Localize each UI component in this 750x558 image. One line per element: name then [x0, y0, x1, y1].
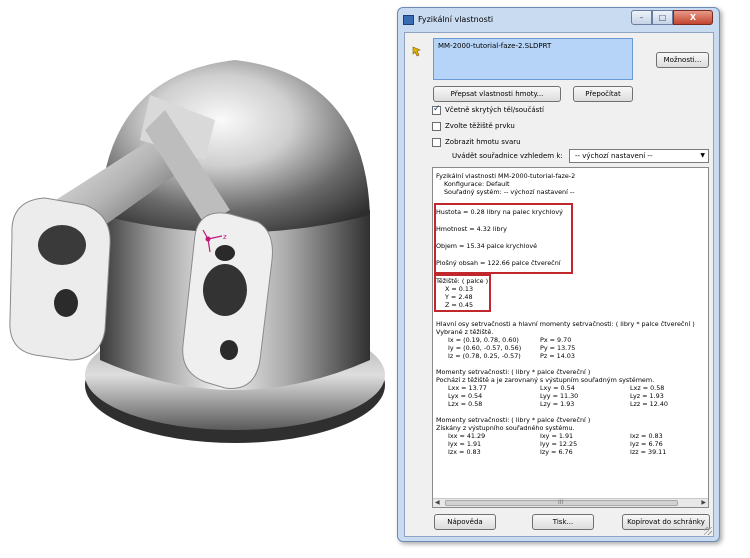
area-value: Plošný obsah = 122.66 palce čtvereční	[436, 259, 561, 267]
principal-axes-title: Hlavní osy setrvačnosti a hlavní momenty…	[436, 320, 695, 328]
port-left-small	[54, 289, 78, 317]
coordinate-system-label: Uvádět souřadnice vzhledem k:	[452, 152, 563, 160]
principal-axes-subtitle: Vybrané z těžiště.	[436, 328, 494, 336]
selected-items-list[interactable]: MM-2000-tutorial-faze-2.SLDPRT	[433, 38, 633, 80]
flange-boss-left	[9, 197, 111, 361]
izz: Izz = 39.11	[630, 448, 667, 456]
density-value: Hustota = 0.28 libry na palec krychlový	[436, 208, 563, 216]
iyz: Iyz = 6.76	[630, 440, 663, 448]
volume-value: Objem = 15.34 palce krychlové	[436, 242, 538, 250]
lzz: Lzz = 12.40	[630, 400, 668, 408]
lxz: Lxz = 0.58	[630, 384, 665, 392]
mass-value: Hmotnost = 4.32 libry	[436, 225, 507, 233]
coordinate-system-value: -- výchozí nastavení --	[575, 152, 653, 160]
coordinate-system-select[interactable]: -- výchozí nastavení -- ▼	[569, 149, 709, 163]
lxy: Lxy = 0.54	[540, 384, 575, 392]
ixx: Ixx = 41.29	[448, 432, 486, 440]
principal-pz: Pz = 14.03	[540, 352, 575, 360]
port-right-large	[203, 264, 247, 316]
lzx: Lzx = 0.58	[448, 400, 483, 408]
moments-output-subtitle: Získány z výstupního souřadného systému.	[436, 424, 575, 432]
port-left-large	[38, 225, 86, 265]
minimize-button[interactable]: –	[631, 10, 652, 25]
principal-iz: Iz = (0.78, 0.25, -0.57)	[448, 352, 521, 360]
override-mass-button[interactable]: Přepsat vlastnosti hmoty...	[433, 86, 561, 102]
triad-label: z	[223, 233, 227, 241]
com-x: X = 0.13	[445, 285, 474, 293]
center-of-mass-title: Těžiště: ( palce )	[436, 277, 489, 285]
selected-file-name[interactable]: MM-2000-tutorial-faze-2.SLDPRT	[438, 42, 628, 50]
checkbox-include-hidden-box[interactable]	[432, 104, 441, 115]
checkbox-feature-com-box[interactable]	[432, 121, 441, 131]
principal-iy: Iy = (0.60, -0.57, 0.56)	[448, 344, 522, 352]
ixz: Ixz = 0.83	[630, 432, 663, 440]
checkbox-weld-mass-label: Zobrazit hmotu svaru	[445, 138, 521, 146]
ixy: Ixy = 1.91	[540, 432, 574, 440]
maximize-button[interactable]: □	[652, 10, 673, 25]
port-right-bottom	[220, 340, 238, 360]
scroll-right-icon[interactable]: ▶	[701, 499, 706, 506]
results-header-title: Fyzikální vlastnosti MM-2000-tutorial-fa…	[436, 172, 576, 180]
copy-to-clipboard-button[interactable]: Kopírovat do schránky	[622, 514, 710, 530]
scroll-left-icon[interactable]: ◀	[435, 499, 440, 506]
checkbox-include-hidden-label: Včetně skrytých těl/součástí	[445, 106, 544, 114]
izx: Izx = 0.83	[448, 448, 481, 456]
principal-ix: Ix = (0.19, 0.78, 0.60)	[448, 336, 519, 344]
results-header-config: Konfigurace: Default	[444, 180, 510, 188]
port-right-top	[215, 245, 235, 261]
com-y: Y = 2.48	[445, 293, 473, 301]
selection-icon	[412, 46, 421, 57]
lyx: Lyx = 0.54	[448, 392, 483, 400]
title-bar[interactable]: Fyzikální vlastnosti – □ X	[398, 8, 719, 32]
lyz: Lyz = 1.93	[630, 392, 664, 400]
results-header-coords: Souřadný systém: -- výchozí nastavení --	[444, 188, 575, 196]
scrollbar-grip: III	[558, 499, 564, 506]
part-render: z	[9, 60, 385, 443]
window-title: Fyzikální vlastnosti	[418, 15, 494, 24]
close-button[interactable]: X	[673, 10, 713, 25]
dropdown-arrow-icon[interactable]: ▼	[700, 150, 705, 162]
checkbox-weld-mass-box[interactable]	[432, 137, 441, 147]
help-button[interactable]: Nápověda	[434, 514, 496, 530]
lxx: Lxx = 13.77	[448, 384, 487, 392]
recalculate-button[interactable]: Přepočítat	[573, 86, 633, 102]
izy: Izy = 6.76	[540, 448, 573, 456]
moments-output-title: Momenty setrvačnosti: ( libry * palce čt…	[436, 416, 591, 424]
print-button[interactable]: Tisk...	[532, 514, 594, 530]
lyy: Lyy = 11.30	[540, 392, 579, 400]
options-button[interactable]: Možnosti...	[656, 52, 709, 68]
resize-grip-icon[interactable]	[704, 527, 712, 535]
checkbox-feature-com-label: Zvolte těžiště prvku	[445, 122, 515, 130]
moments-com-subtitle: Pochází z těžiště a je zarovnaný s výstu…	[436, 376, 655, 384]
app-icon	[403, 15, 414, 25]
com-z: Z = 0.45	[445, 301, 474, 309]
checkbox-feature-com[interactable]: Zvolte těžiště prvku	[432, 120, 515, 132]
results-text-area[interactable]: Fyzikální vlastnosti MM-2000-tutorial-fa…	[432, 167, 709, 508]
principal-py: Py = 13.75	[540, 344, 576, 352]
part-viewport[interactable]: z	[0, 0, 395, 558]
checkbox-weld-mass[interactable]: Zobrazit hmotu svaru	[432, 136, 521, 148]
dialog-client: MM-2000-tutorial-faze-2.SLDPRT Možnosti.…	[404, 32, 714, 537]
lzy: Lzy = 1.93	[540, 400, 575, 408]
principal-px: Px = 9.70	[540, 336, 572, 344]
horizontal-scrollbar[interactable]: ◀ III ▶	[433, 498, 708, 507]
checkbox-include-hidden[interactable]: Včetně skrytých těl/součástí	[432, 104, 544, 116]
iyx: Iyx = 1.91	[448, 440, 482, 448]
iyy: Iyy = 12.25	[540, 440, 578, 448]
moments-com-title: Momenty setrvačnosti: ( libry * palce čt…	[436, 368, 591, 376]
mass-properties-dialog: Fyzikální vlastnosti – □ X MM-2000-tutor…	[397, 7, 720, 542]
window-controls: – □ X	[631, 10, 713, 25]
